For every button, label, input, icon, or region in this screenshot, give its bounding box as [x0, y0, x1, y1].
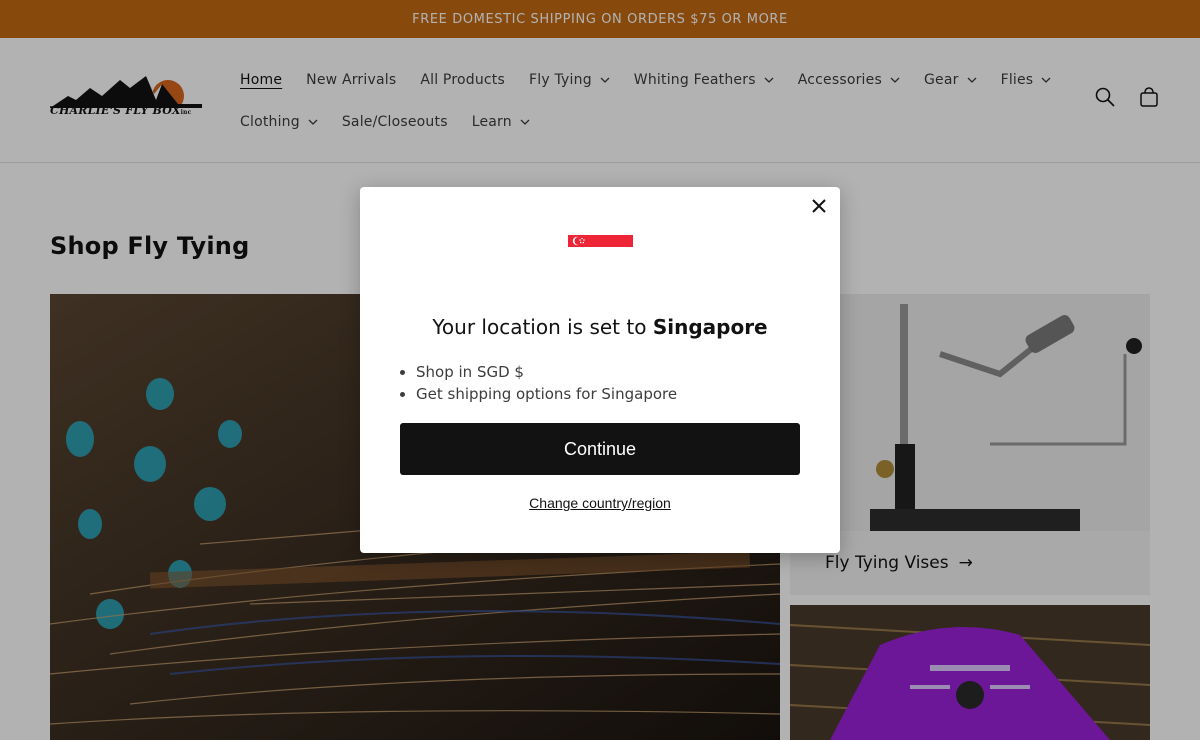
list-item: Get shipping options for Singapore — [416, 383, 677, 405]
change-country-link[interactable]: Change country/region — [360, 495, 840, 511]
modal-title: Your location is set to Singapore — [432, 315, 768, 339]
modal-benefits-list: Shop in SGD $ Get shipping options for S… — [416, 361, 677, 405]
location-modal: Your location is set to Singapore Shop i… — [360, 187, 840, 553]
singapore-flag-icon — [568, 235, 633, 259]
continue-button[interactable]: Continue — [400, 423, 800, 475]
list-item: Shop in SGD $ — [416, 361, 677, 383]
modal-country: Singapore — [652, 315, 768, 339]
close-icon[interactable] — [808, 195, 830, 217]
